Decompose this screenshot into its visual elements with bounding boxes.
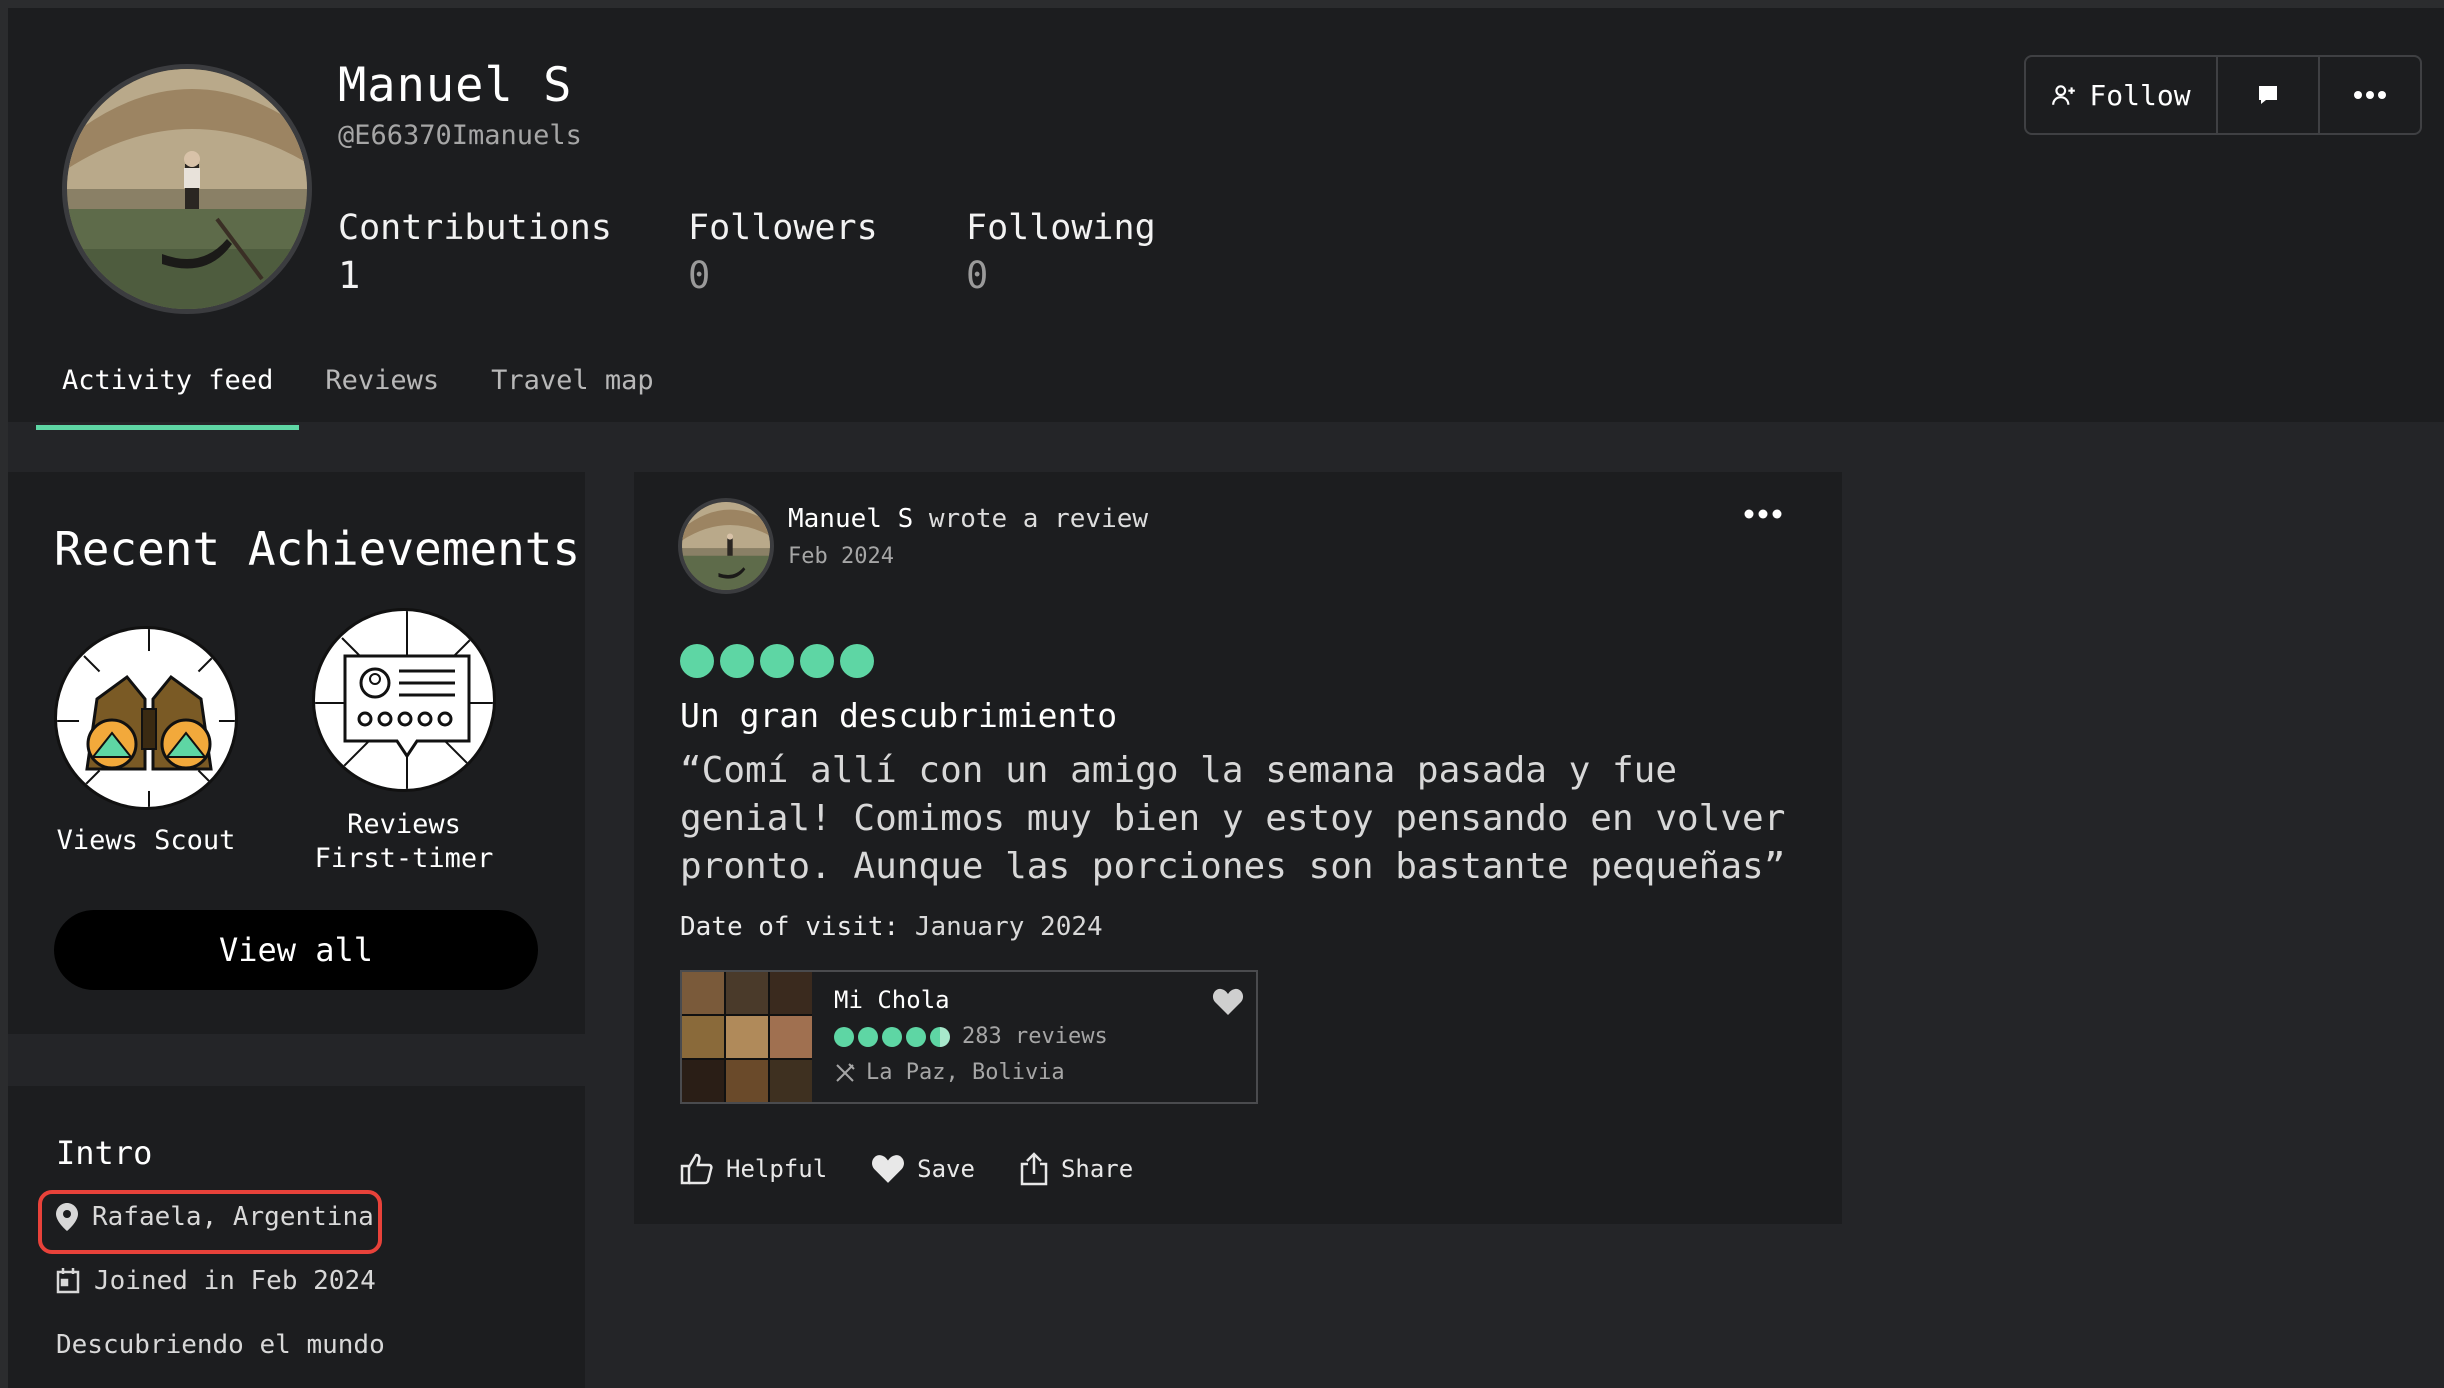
achievements-title: Recent Achievements: [54, 522, 581, 576]
stat-value: 0: [966, 254, 989, 297]
place-location-text: La Paz, Bolivia: [866, 1060, 1065, 1085]
follow-button[interactable]: Follow: [2024, 55, 2218, 135]
view-all-button[interactable]: View all: [54, 910, 538, 990]
location-highlight: [38, 1190, 382, 1254]
profile-name: Manuel S: [338, 58, 573, 113]
rating-bubble-icon: [906, 1026, 926, 1047]
profile-header: Manuel S @E66370Imanuels Contributions 1…: [8, 8, 2444, 430]
save-heart-button[interactable]: [1212, 988, 1244, 1020]
post-action-text: wrote a review: [928, 504, 1149, 534]
thumbs-up-icon: [680, 1153, 713, 1185]
achievements-card: Recent Achievements Views Scout Reviews …: [8, 472, 585, 1034]
fork-knife-icon: [836, 1062, 855, 1082]
rating-bubble-icon: [858, 1026, 878, 1047]
half-rating-bubble-icon: [930, 1026, 950, 1047]
rating-bubble-icon: [680, 644, 714, 678]
calendar-icon: [56, 1268, 80, 1294]
badge-label: Views Scout: [56, 825, 236, 856]
stat-value: 0: [688, 254, 711, 297]
tab-reviews[interactable]: Reviews: [299, 348, 465, 430]
more-horizontal-icon: [1744, 509, 1782, 519]
review-post-card: Manuel S wrote a review Feb 2024 Un gran…: [634, 472, 1842, 1224]
place-location: La Paz, Bolivia: [834, 1060, 1065, 1085]
place-card[interactable]: Mi Chola 283 reviews La Paz, Bolivia: [680, 970, 1258, 1104]
rating-bubble-icon: [760, 644, 794, 678]
badge-label: Reviews First-timer: [314, 809, 494, 874]
profile-avatar: [62, 64, 312, 314]
post-date: Feb 2024: [788, 544, 894, 569]
review-text: “Comí allí con un amigo la semana pasada…: [680, 750, 1786, 887]
tab-travel-map[interactable]: Travel map: [465, 348, 680, 430]
profile-handle: @E66370Imanuels: [338, 120, 582, 151]
save-label: Save: [917, 1155, 975, 1183]
place-thumbnail: [682, 972, 812, 1102]
share-button[interactable]: Share: [1019, 1152, 1133, 1186]
profile-tabs: Activity feed Reviews Travel map: [36, 348, 680, 430]
post-author-avatar[interactable]: [678, 498, 774, 594]
place-rating: 283 reviews: [834, 1024, 1108, 1049]
joined-text: Joined in Feb 2024: [94, 1266, 376, 1296]
heart-icon: [872, 1155, 905, 1183]
profile-actions: Follow: [2024, 55, 2422, 135]
stat-contributions[interactable]: Contributions 1: [338, 208, 612, 297]
more-horizontal-icon: [2354, 91, 2386, 99]
bio-text: Descubriendo el mundo: [56, 1330, 385, 1360]
share-icon: [1020, 1152, 1048, 1186]
helpful-button[interactable]: Helpful: [680, 1152, 827, 1186]
message-button[interactable]: [2218, 55, 2320, 135]
intro-joined: Joined in Feb 2024: [56, 1266, 376, 1296]
post-actions: Helpful Save Share: [680, 1152, 1133, 1186]
stat-following[interactable]: Following 0: [966, 208, 1156, 297]
post-author-name[interactable]: Manuel S: [788, 504, 913, 534]
tab-activity-feed[interactable]: Activity feed: [36, 348, 300, 430]
rating-bubbles: [680, 644, 874, 678]
heart-icon: [1212, 988, 1244, 1015]
visit-label: Date of visit:: [680, 912, 900, 942]
add-user-icon: [2052, 85, 2076, 105]
place-name[interactable]: Mi Chola: [834, 986, 950, 1014]
review-title[interactable]: Un gran descubrimiento: [680, 696, 1117, 735]
stat-value: 1: [338, 254, 361, 297]
post-more-button[interactable]: [1744, 504, 1782, 523]
stat-label: Following: [966, 208, 1156, 248]
follow-label: Follow: [2089, 78, 2191, 112]
rating-bubble-icon: [834, 1026, 854, 1047]
more-options-button[interactable]: [2320, 55, 2422, 135]
rating-bubble-icon: [720, 644, 754, 678]
visit-date: Date of visit: January 2024: [680, 912, 1103, 942]
stat-label: Followers: [688, 208, 878, 248]
intro-card: Intro Rafaela, Argentina Joined in Feb 2…: [8, 1086, 585, 1388]
helpful-label: Helpful: [726, 1155, 828, 1183]
message-icon: [2259, 86, 2277, 104]
review-card-icon[interactable]: [312, 608, 496, 792]
post-header: Manuel S wrote a review: [788, 504, 1148, 534]
stat-followers[interactable]: Followers 0: [688, 208, 878, 297]
intro-title: Intro: [56, 1134, 153, 1172]
binoculars-icon[interactable]: [54, 626, 238, 810]
visit-value: January 2024: [914, 912, 1103, 942]
save-button[interactable]: Save: [871, 1152, 975, 1186]
stat-label: Contributions: [338, 208, 612, 248]
rating-bubble-icon: [882, 1026, 902, 1047]
rating-bubble-icon: [840, 644, 874, 678]
rating-bubble-icon: [800, 644, 834, 678]
share-label: Share: [1060, 1155, 1134, 1183]
place-review-count: 283 reviews: [962, 1024, 1108, 1049]
intro-bio: Descubriendo el mundo: [56, 1330, 385, 1360]
